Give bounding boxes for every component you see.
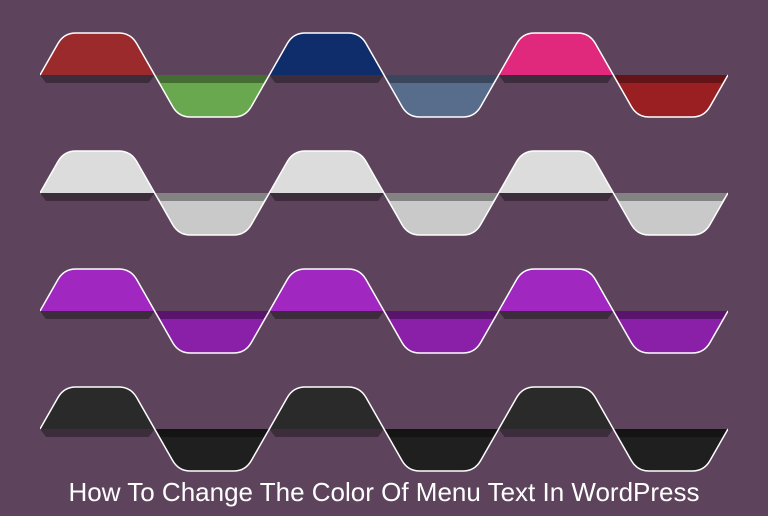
wave-lobe-shadow	[499, 75, 614, 83]
wave-lobe-shadow	[613, 429, 728, 437]
wave-lobe-shadow	[155, 193, 270, 201]
wave-lobe	[40, 151, 155, 193]
wave-lobe-shadow	[40, 75, 155, 83]
wave-lobe	[40, 33, 155, 75]
page-title: How To Change The Color Of Menu Text In …	[0, 477, 768, 508]
wave-lobe-shadow	[613, 193, 728, 201]
wave-lobe	[269, 33, 384, 75]
wave-lobe-shadow	[269, 429, 384, 437]
wave-lobe	[40, 387, 155, 429]
color-wave-row-2	[40, 138, 728, 248]
wave-lobe	[269, 387, 384, 429]
wave-lobe-shadow	[269, 75, 384, 83]
wave-lobe-shadow	[155, 75, 270, 83]
wave-lobe-shadow	[384, 75, 499, 83]
wave-lobe-shadow	[499, 429, 614, 437]
wave-lobe-shadow	[269, 193, 384, 201]
wave-lobe-shadow	[40, 429, 155, 437]
color-wave-row-4	[40, 374, 728, 484]
wave-lobe	[269, 269, 384, 311]
wave-lobe	[40, 269, 155, 311]
wave-lobe	[499, 151, 614, 193]
wave-lobe	[499, 269, 614, 311]
wave-lobe-shadow	[384, 193, 499, 201]
wave-lobe	[269, 151, 384, 193]
wave-lobe-shadow	[155, 311, 270, 319]
wave-lobe-shadow	[384, 311, 499, 319]
wave-lobe-shadow	[40, 193, 155, 201]
color-wave-row-1	[40, 20, 728, 130]
color-wave-row-3	[40, 256, 728, 366]
wave-rows	[0, 0, 768, 484]
wave-lobe	[499, 33, 614, 75]
wave-lobe-shadow	[499, 311, 614, 319]
wave-lobe	[499, 387, 614, 429]
wave-lobe-shadow	[40, 311, 155, 319]
wave-lobe-shadow	[613, 75, 728, 83]
wave-lobe-shadow	[613, 311, 728, 319]
wave-lobe-shadow	[269, 311, 384, 319]
wave-lobe-shadow	[384, 429, 499, 437]
wave-lobe-shadow	[499, 193, 614, 201]
wave-lobe-shadow	[155, 429, 270, 437]
